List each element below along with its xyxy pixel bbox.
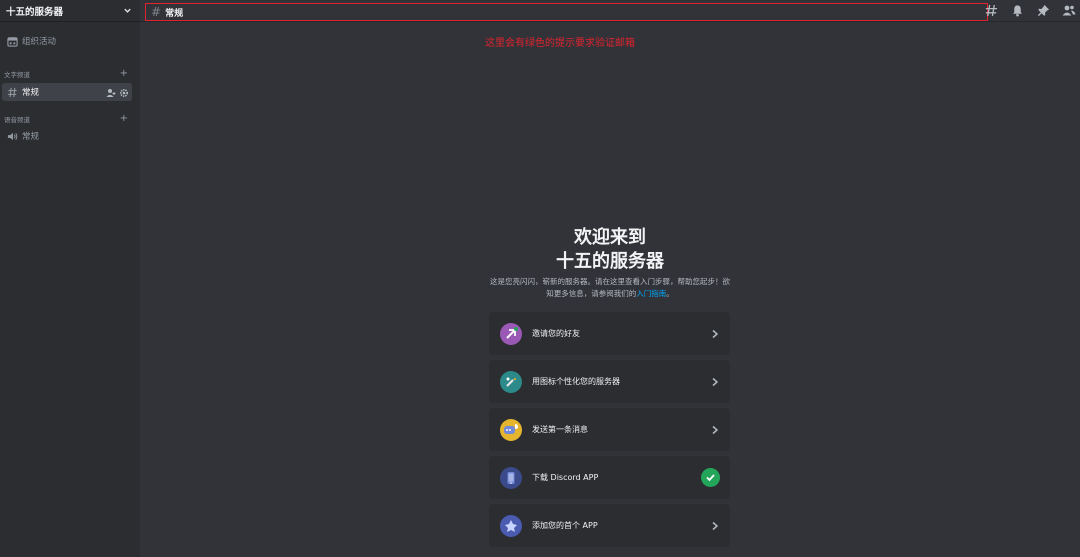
threads-icon[interactable] xyxy=(984,3,998,17)
onboarding-card-add-app[interactable]: 添加您的首个 APP xyxy=(489,504,730,547)
member-list-icon[interactable] xyxy=(1062,3,1076,17)
onboarding-card-first-message[interactable]: 发送第一条消息 xyxy=(489,408,730,451)
calendar-icon xyxy=(6,35,18,47)
voice-category[interactable]: 语音频道 + xyxy=(4,113,128,125)
chevron-down-icon[interactable] xyxy=(122,6,132,16)
events-label: 组织活动 xyxy=(22,37,57,47)
annotation-text: 这里会有绿色的提示要求验证邮箱 xyxy=(485,38,635,49)
topbar-actions xyxy=(984,2,1076,18)
welcome-description: 这是您亮闪闪，崭新的服务器。请在这里查看入门步骤，帮助您起步！欲知更多信息，请参… xyxy=(488,276,732,300)
card-label: 下载 Discord APP xyxy=(532,473,599,482)
invite-friends-icon xyxy=(500,322,522,345)
welcome-description-text: 这是您亮闪闪，崭新的服务器。请在这里查看入门步骤，帮助您起步！欲知更多信息，请参… xyxy=(490,277,730,298)
chevron-right-icon xyxy=(710,329,720,339)
voice-channel-label: 常规 xyxy=(22,132,40,142)
getting-started-link[interactable]: 入门指南 xyxy=(636,289,666,298)
send-message-icon xyxy=(500,418,522,441)
channel-sidebar: 十五的服务器 组织活动 文字频道 + 常规 语音频道 + 常规 xyxy=(0,0,140,557)
checkmark-icon xyxy=(701,468,720,487)
sidebar-item-voice-general[interactable]: 常规 xyxy=(2,127,132,145)
onboarding-card-invite[interactable]: 邀请您的好友 xyxy=(489,312,730,355)
hash-icon: # xyxy=(151,5,162,19)
welcome-title-line2: 十五的服务器 xyxy=(556,251,664,272)
text-category-label: 文字频道 xyxy=(4,71,30,79)
onboarding-card-download-app[interactable]: 下载 Discord APP xyxy=(489,456,730,499)
channel-title: 常规 xyxy=(165,8,184,19)
add-text-channel-icon[interactable]: + xyxy=(120,69,128,79)
onboarding-card-personalize[interactable]: 用图标个性化您的服务器 xyxy=(489,360,730,403)
events-item[interactable]: 组织活动 xyxy=(2,32,132,50)
download-app-icon xyxy=(500,466,522,489)
add-voice-channel-icon[interactable]: + xyxy=(120,114,128,124)
server-header[interactable]: 十五的服务器 xyxy=(0,0,140,22)
invite-member-icon[interactable] xyxy=(106,83,116,102)
hash-icon xyxy=(6,86,18,98)
channel-header: # 常规 xyxy=(145,3,988,21)
card-label: 发送第一条消息 xyxy=(532,425,588,434)
speaker-icon xyxy=(6,130,18,142)
sidebar-item-text-general[interactable]: 常规 xyxy=(2,83,132,101)
text-channel-label: 常规 xyxy=(22,88,40,98)
channel-topbar: # 常规 xyxy=(140,0,1080,22)
bell-icon[interactable] xyxy=(1010,3,1024,17)
server-name: 十五的服务器 xyxy=(6,6,64,18)
pin-icon[interactable] xyxy=(1036,3,1050,17)
add-app-icon xyxy=(500,514,522,537)
welcome-description-end: 。 xyxy=(666,289,674,298)
welcome-title-line1: 欢迎来到 xyxy=(574,227,646,248)
welcome-title: 欢迎来到 十五的服务器 xyxy=(490,226,730,274)
chevron-right-icon xyxy=(710,425,720,435)
chevron-right-icon xyxy=(710,377,720,387)
personalize-icon xyxy=(500,370,522,393)
gear-icon[interactable] xyxy=(119,83,129,102)
voice-category-label: 语音频道 xyxy=(4,116,30,124)
card-label: 邀请您的好友 xyxy=(532,329,580,338)
chevron-right-icon xyxy=(710,521,720,531)
card-label: 用图标个性化您的服务器 xyxy=(532,377,620,386)
card-label: 添加您的首个 APP xyxy=(532,521,598,530)
text-category[interactable]: 文字频道 + xyxy=(4,68,128,80)
